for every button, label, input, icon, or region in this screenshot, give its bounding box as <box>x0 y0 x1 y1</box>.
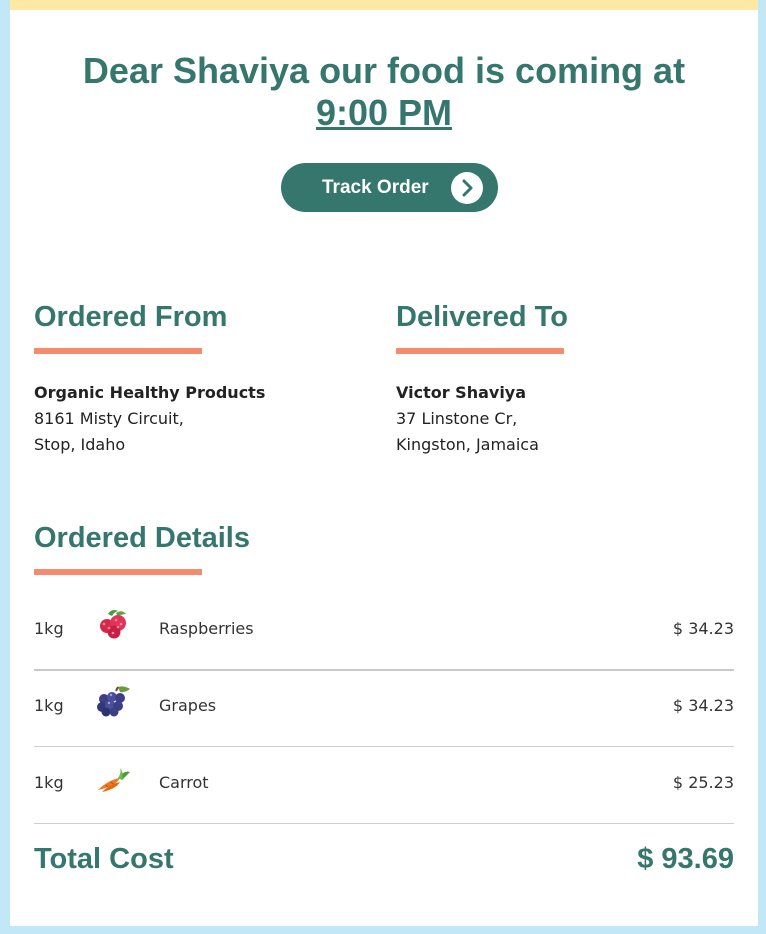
item-qty: 1kg <box>34 696 64 715</box>
item-name: Carrot <box>159 773 209 792</box>
email-card: Dear Shaviya our food is coming at 9:00 … <box>10 0 758 926</box>
track-order-button[interactable]: Track Order <box>281 163 498 212</box>
table-row: 1kg Carrot $ 25.23 <box>34 746 734 822</box>
item-price: $ 34.23 <box>672 696 734 715</box>
delivered-to-line1: 37 Linstone Cr, <box>396 409 518 428</box>
ordered-from-name: Organic Healthy Products <box>34 383 266 402</box>
ordered-from-line1: 8161 Misty Circuit, <box>34 409 184 428</box>
item-name: Grapes <box>159 696 217 715</box>
row-divider <box>34 823 734 824</box>
item-qty: 1kg <box>34 773 64 792</box>
item-price: $ 34.23 <box>672 619 734 638</box>
carrot-icon <box>94 760 134 794</box>
item-price: $ 25.23 <box>672 773 734 792</box>
delivered-to-underline <box>396 348 564 354</box>
delivered-to-name: Victor Shaviya <box>396 383 527 402</box>
greeting-text: Dear Shaviya our food is coming at <box>82 50 686 91</box>
ordered-from-title: Ordered From <box>34 301 228 333</box>
item-qty: 1kg <box>34 619 64 638</box>
ordered-details-title: Ordered Details <box>34 522 250 554</box>
ordered-details-underline <box>34 569 202 575</box>
ordered-from-underline <box>34 348 202 354</box>
total-cost-label: Total Cost <box>34 843 174 875</box>
ordered-from-address: Organic Healthy Products 8161 Misty Circ… <box>34 380 265 458</box>
delivery-time: 9:00 PM <box>315 92 453 133</box>
table-row: 1kg Grapes $ 34.23 <box>34 669 734 745</box>
top-accent-bar <box>10 0 758 10</box>
total-cost-value: $ 93.69 <box>637 843 734 875</box>
delivered-to-address: Victor Shaviya 37 Linstone Cr, Kingston,… <box>396 380 539 458</box>
delivered-to-title: Delivered To <box>396 301 568 333</box>
raspberries-icon <box>94 606 134 640</box>
headline: Dear Shaviya our food is coming at 9:00 … <box>10 50 758 134</box>
chevron-right-icon <box>451 172 483 204</box>
ordered-from-line2: Stop, Idaho <box>34 435 126 454</box>
delivered-to-line2: Kingston, Jamaica <box>396 435 539 454</box>
track-order-label: Track Order <box>322 176 429 198</box>
grapes-icon <box>94 683 134 717</box>
item-name: Raspberries <box>159 619 254 638</box>
table-row: 1kg Raspberries $ 34.23 <box>34 592 734 668</box>
